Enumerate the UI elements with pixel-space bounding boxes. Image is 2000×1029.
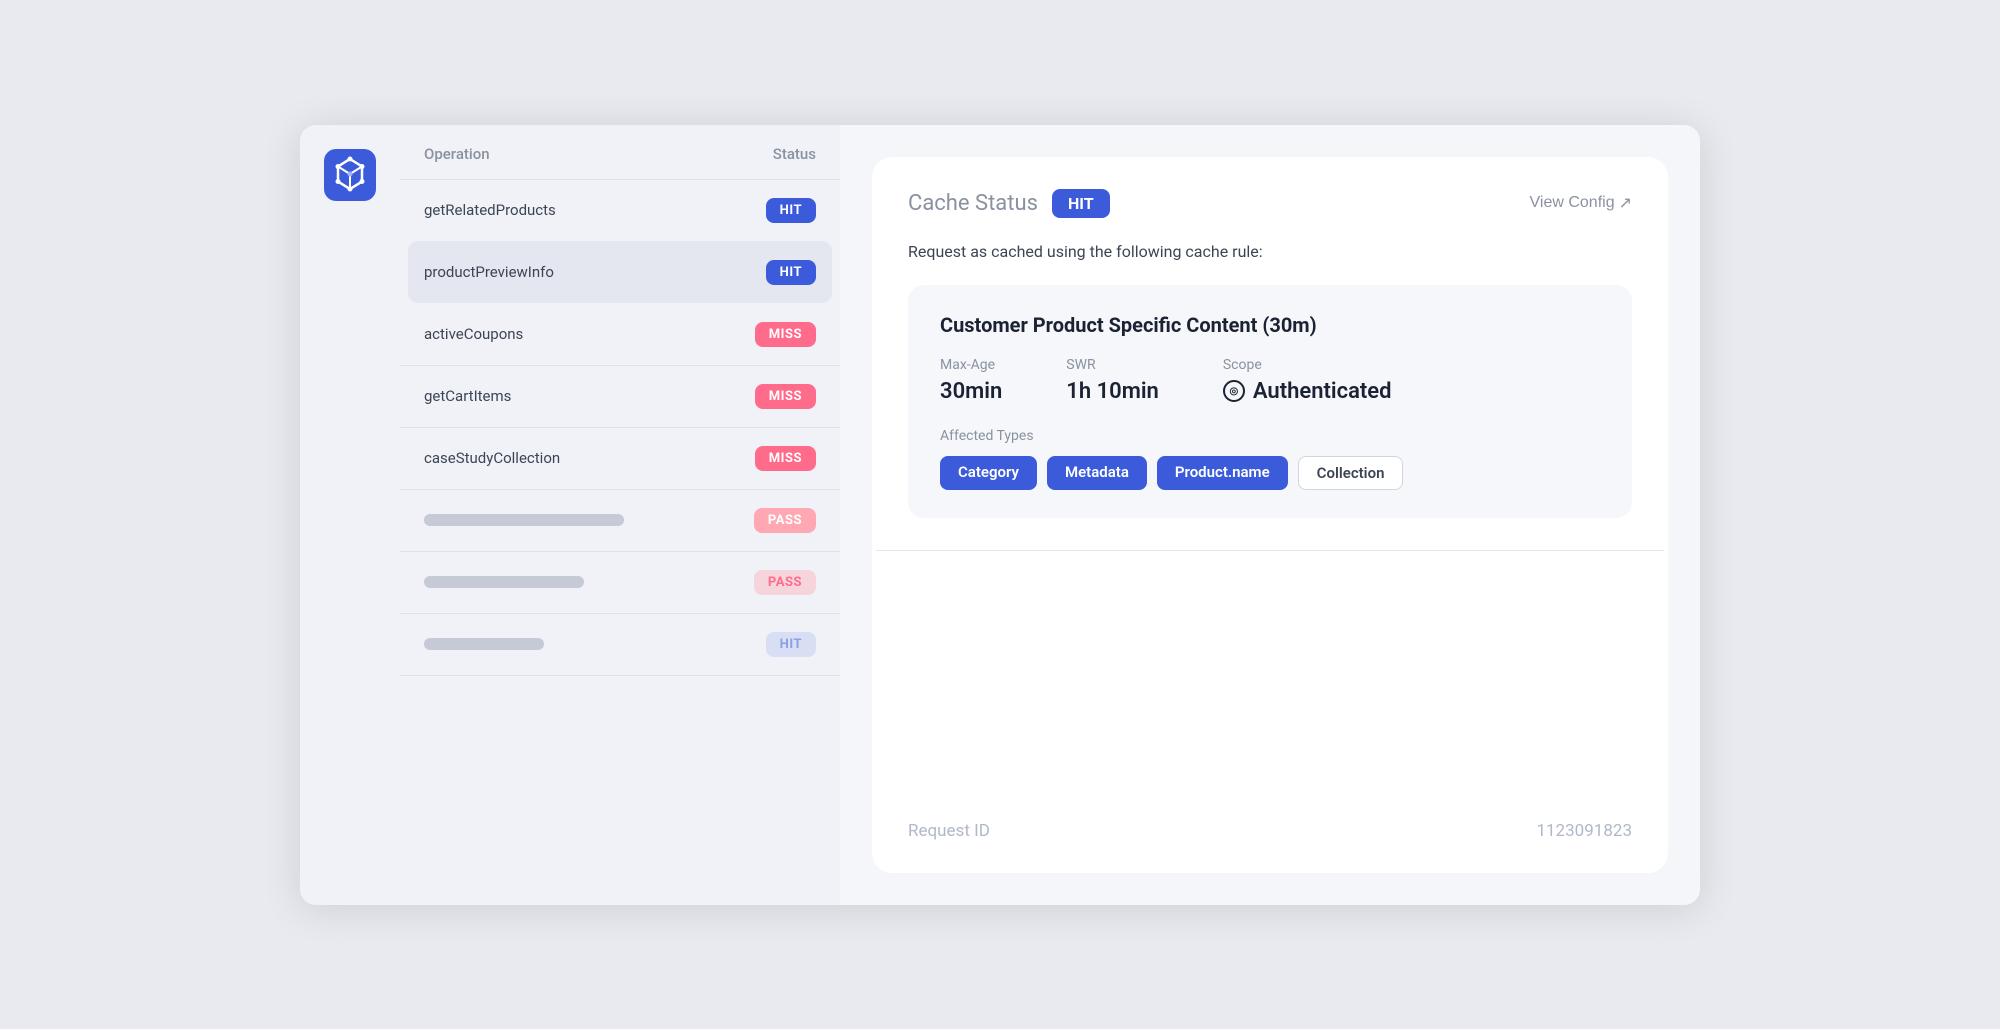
type-badge-category[interactable]: Category <box>940 456 1037 490</box>
app-logo <box>324 149 376 201</box>
table-row[interactable]: getCartItems MISS <box>400 365 840 427</box>
status-badge: HIT <box>766 260 816 285</box>
swr-value: 1h 10min <box>1066 379 1159 404</box>
scope-icon: ◎ <box>1223 380 1245 402</box>
right-panel-inner: Cache Status HIT View Config ↗ Request a… <box>872 157 1668 873</box>
type-badge-collection[interactable]: Collection <box>1298 456 1404 490</box>
status-col-header: Status <box>773 145 816 163</box>
cache-status-left: Cache Status HIT <box>908 189 1110 218</box>
table-row[interactable]: productPreviewInfo HIT <box>408 241 832 303</box>
row-name-placeholder <box>424 576 584 588</box>
cache-stats: Max-Age 30min SWR 1h 10min Scope ◎ Authe… <box>940 357 1600 404</box>
cache-rule-description: Request as cached using the following ca… <box>908 242 1632 261</box>
scope-value: ◎ Authenticated <box>1223 379 1392 404</box>
swr-stat: SWR 1h 10min <box>1066 357 1159 404</box>
status-badge: HIT <box>766 632 816 657</box>
row-name: getCartItems <box>424 387 511 405</box>
cache-rule-title: Customer Product Specific Content (30m) <box>940 313 1600 337</box>
cache-header: Cache Status HIT View Config ↗ <box>908 189 1632 218</box>
row-name: productPreviewInfo <box>424 263 554 281</box>
row-name-placeholder <box>424 514 624 526</box>
affected-types-label: Affected Types <box>940 428 1600 444</box>
scope-stat: Scope ◎ Authenticated <box>1223 357 1392 404</box>
view-config-button[interactable]: View Config ↗ <box>1530 193 1633 213</box>
request-id-label: Request ID <box>908 821 990 841</box>
row-name-placeholder <box>424 638 544 650</box>
scope-text: Authenticated <box>1253 379 1392 404</box>
row-name: getRelatedProducts <box>424 201 556 219</box>
request-id-value: 1123091823 <box>1536 821 1632 841</box>
request-id-row: Request ID 1123091823 <box>908 793 1632 841</box>
cache-rule-card: Customer Product Specific Content (30m) … <box>908 285 1632 518</box>
right-panel: Cache Status HIT View Config ↗ Request a… <box>840 125 1700 905</box>
swr-label: SWR <box>1066 357 1159 373</box>
status-badge: MISS <box>755 446 816 471</box>
status-badge: PASS <box>754 570 816 595</box>
scope-label: Scope <box>1223 357 1392 373</box>
table-header: Operation Status <box>400 145 840 179</box>
affected-types-list: Category Metadata Product.name Collectio… <box>940 456 1600 490</box>
table-row[interactable]: HIT <box>400 613 840 676</box>
row-name: activeCoupons <box>424 325 523 343</box>
cache-status-label: Cache Status <box>908 191 1038 216</box>
left-panel: Operation Status getRelatedProducts HIT … <box>400 125 840 905</box>
sidebar <box>300 125 400 905</box>
max-age-stat: Max-Age 30min <box>940 357 1002 404</box>
app-container: Operation Status getRelatedProducts HIT … <box>300 125 1700 905</box>
table-row[interactable]: PASS <box>400 551 840 613</box>
type-badge-metadata[interactable]: Metadata <box>1047 456 1147 490</box>
row-name: caseStudyCollection <box>424 449 560 467</box>
operation-col-header: Operation <box>424 145 490 163</box>
status-badge: MISS <box>755 384 816 409</box>
table-row[interactable]: PASS <box>400 489 840 551</box>
status-badge: HIT <box>766 198 816 223</box>
panel-divider <box>876 550 1664 551</box>
table-row[interactable]: caseStudyCollection MISS <box>400 427 840 489</box>
view-config-label: View Config <box>1530 194 1615 212</box>
table-row[interactable]: getRelatedProducts HIT <box>400 179 840 241</box>
type-badge-product-name[interactable]: Product.name <box>1157 456 1288 490</box>
table-row[interactable]: activeCoupons MISS <box>400 303 840 365</box>
status-badge: MISS <box>755 322 816 347</box>
status-badge: PASS <box>754 508 816 533</box>
external-link-icon: ↗ <box>1619 193 1632 213</box>
max-age-label: Max-Age <box>940 357 1002 373</box>
max-age-value: 30min <box>940 379 1002 404</box>
cache-status-badge: HIT <box>1052 189 1110 218</box>
